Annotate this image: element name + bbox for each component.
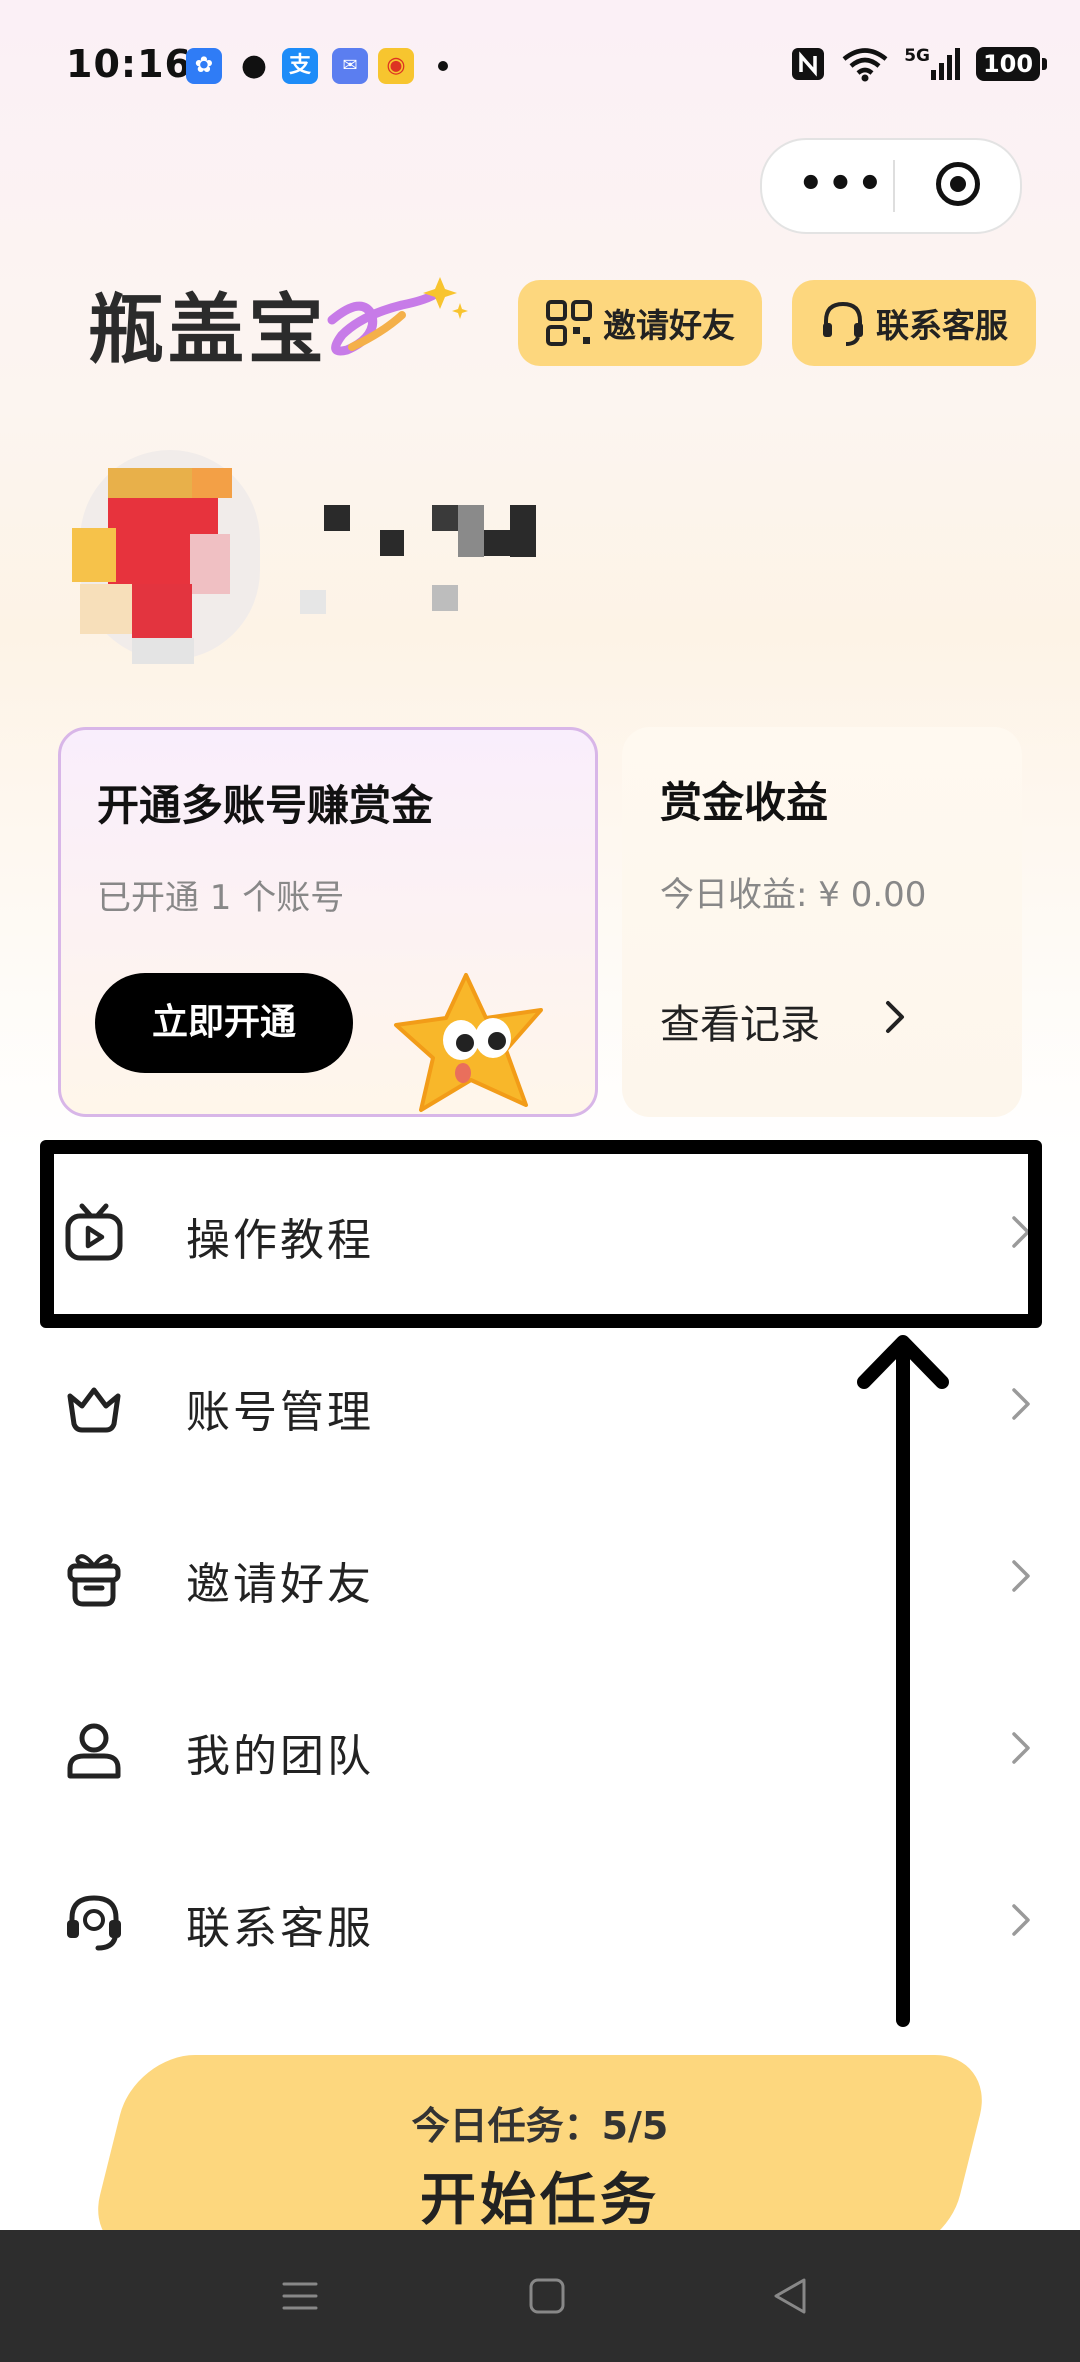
start-task-label: 开始任务 — [420, 2168, 660, 2233]
earnings-title: 赏金收益 — [660, 778, 829, 827]
chevron-right-icon — [1012, 1388, 1030, 1420]
battery-icon: 100 — [976, 47, 1047, 81]
chevron-right-icon — [1012, 1732, 1030, 1764]
contact-service-button[interactable]: 联系客服 — [792, 280, 1036, 366]
contact-service-label: 联系客服 — [876, 306, 1008, 345]
signal-icon — [931, 48, 960, 80]
more-options-icon[interactable]: ••• — [798, 164, 887, 204]
system-nav-bar — [0, 2230, 1080, 2362]
home-square-icon[interactable] — [527, 2276, 567, 2316]
app-logo: 瓶盖宝 — [88, 285, 328, 374]
chevron-right-icon — [1012, 1904, 1030, 1936]
qr-code-icon — [546, 300, 592, 346]
star-mascot-icon — [394, 973, 543, 1112]
menu-label-my-team: 我的团队 — [186, 1731, 374, 1782]
chevron-right-icon — [886, 1001, 904, 1033]
penguin-app-icon: ● — [240, 48, 268, 83]
crown-icon — [67, 1387, 121, 1433]
status-bar: 10:16 ✿ ● 支 ✉ ◉ 5G 100 — [0, 0, 1080, 130]
miniprogram-capsule: ••• — [760, 138, 1022, 234]
up-arrow-annotation — [857, 1335, 949, 2027]
accounts-opened-text: 已开通 1 个账号 — [97, 878, 345, 918]
headset-icon — [67, 1895, 121, 1951]
status-time: 10:16 — [66, 42, 192, 86]
earnings-today-text: 今日收益: ¥ 0.00 — [660, 875, 927, 915]
invite-friends-label: 邀请好友 — [603, 306, 735, 345]
chevron-right-icon — [1012, 1560, 1030, 1592]
system-icons: 5G 100 — [790, 44, 1047, 84]
open-now-button[interactable]: 立即开通 — [95, 973, 353, 1073]
invite-friends-button[interactable]: 邀请好友 — [518, 280, 762, 366]
weibo-app-icon: ◉ — [378, 48, 414, 84]
gift-icon — [67, 1554, 121, 1607]
capsule-divider — [893, 160, 895, 212]
earnings-card: 赏金收益 今日收益: ¥ 0.00 查看记录 — [622, 727, 1022, 1117]
menu-label-contact-service: 联系客服 — [186, 1903, 374, 1954]
more-notifications-icon — [438, 61, 448, 71]
menu-label-invite-friends: 邀请好友 — [186, 1559, 374, 1610]
user-icon — [67, 1723, 121, 1779]
network-type-label: 5G — [904, 46, 930, 66]
multi-account-card: 开通多账号赚赏金 已开通 1 个账号 立即开通 — [58, 727, 598, 1117]
alipay-app-icon: 支 — [282, 48, 318, 84]
back-triangle-icon[interactable] — [770, 2276, 810, 2316]
pinwheel-app-icon: ✿ — [186, 48, 222, 84]
message-app-icon: ✉ — [332, 48, 368, 84]
start-task-button[interactable]: 今日任务：5/5 开始任务 — [85, 2055, 995, 2255]
wifi-icon — [842, 48, 888, 82]
today-tasks-text: 今日任务：5/5 — [411, 2104, 669, 2148]
multi-account-title: 开通多账号赚赏金 — [97, 781, 434, 830]
menu-lines-icon[interactable] — [280, 2276, 320, 2316]
sparkle-swirl-icon — [327, 277, 468, 356]
menu-label-account-management: 账号管理 — [186, 1387, 374, 1438]
nfc-icon — [792, 48, 825, 80]
highlight-box — [40, 1140, 1042, 1328]
avatar[interactable] — [50, 450, 280, 670]
close-miniprogram-icon[interactable] — [936, 162, 980, 206]
view-records-label: 查看记录 — [660, 1002, 820, 1048]
headset-icon — [823, 301, 863, 346]
